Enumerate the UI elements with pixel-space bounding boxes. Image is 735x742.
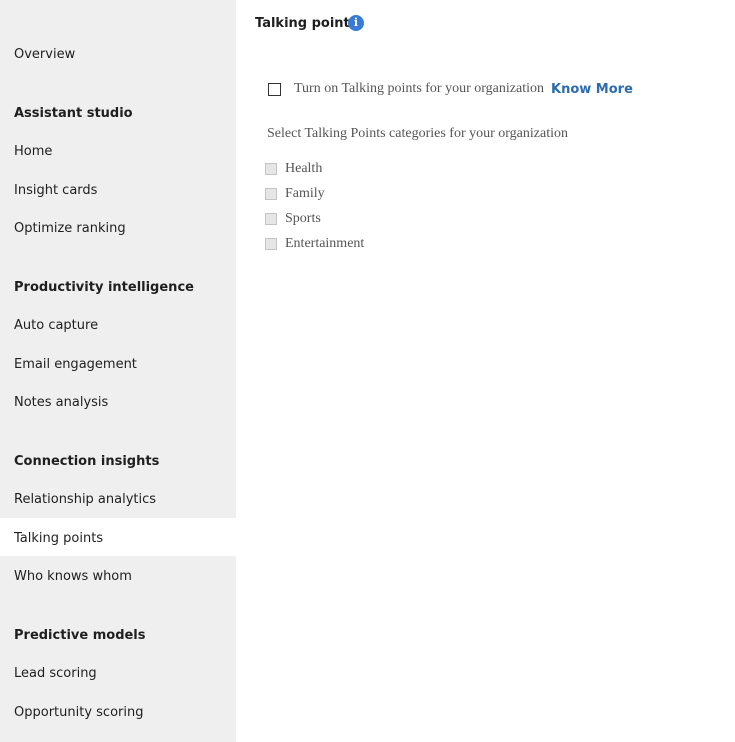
sidebar-item-talking-points[interactable]: Talking points [14, 530, 103, 548]
category-sports-label: Sports [285, 211, 321, 226]
sidebar-item-notes-analysis[interactable]: Notes analysis [14, 394, 108, 412]
know-more-link[interactable]: Know More [551, 81, 633, 99]
enable-talking-points-checkbox[interactable] [268, 83, 281, 96]
category-sports-checkbox[interactable] [265, 213, 277, 225]
info-icon[interactable]: i [348, 15, 364, 31]
sidebar-item-auto-capture[interactable]: Auto capture [14, 317, 98, 335]
sidebar-heading-productivity-intelligence: Productivity intelligence [14, 280, 194, 295]
sidebar-item-who-knows-whom[interactable]: Who knows whom [14, 568, 132, 586]
sidebar-item-insight-cards[interactable]: Insight cards [14, 182, 97, 200]
sidebar-item-opportunity-scoring[interactable]: Opportunity scoring [14, 704, 143, 722]
sidebar-heading-predictive-models: Predictive models [14, 628, 146, 643]
category-health-checkbox[interactable] [265, 163, 277, 175]
page-title: Talking points [255, 16, 358, 31]
sidebar-item-relationship-analytics[interactable]: Relationship analytics [14, 491, 156, 509]
sidebar-item-optimize-ranking[interactable]: Optimize ranking [14, 220, 126, 238]
sidebar-item-lead-scoring[interactable]: Lead scoring [14, 665, 97, 683]
category-entertainment-checkbox[interactable] [265, 238, 277, 250]
sidebar-heading-connection-insights: Connection insights [14, 454, 160, 469]
sidebar-item-overview[interactable]: Overview [14, 46, 75, 64]
category-entertainment-label: Entertainment [285, 236, 365, 251]
category-family-checkbox[interactable] [265, 188, 277, 200]
main-content: Talking points i Turn on Talking points … [236, 0, 735, 742]
categories-section-label: Select Talking Points categories for you… [267, 126, 568, 141]
sidebar-nav: Overview Assistant studio Home Insight c… [0, 0, 236, 742]
category-health-label: Health [285, 161, 323, 176]
sidebar-item-email-engagement[interactable]: Email engagement [14, 356, 137, 374]
enable-talking-points-label[interactable]: Turn on Talking points for your organiza… [294, 80, 544, 98]
sidebar-heading-assistant-studio: Assistant studio [14, 106, 133, 121]
sidebar-item-home[interactable]: Home [14, 143, 52, 161]
category-family-label: Family [285, 186, 325, 201]
